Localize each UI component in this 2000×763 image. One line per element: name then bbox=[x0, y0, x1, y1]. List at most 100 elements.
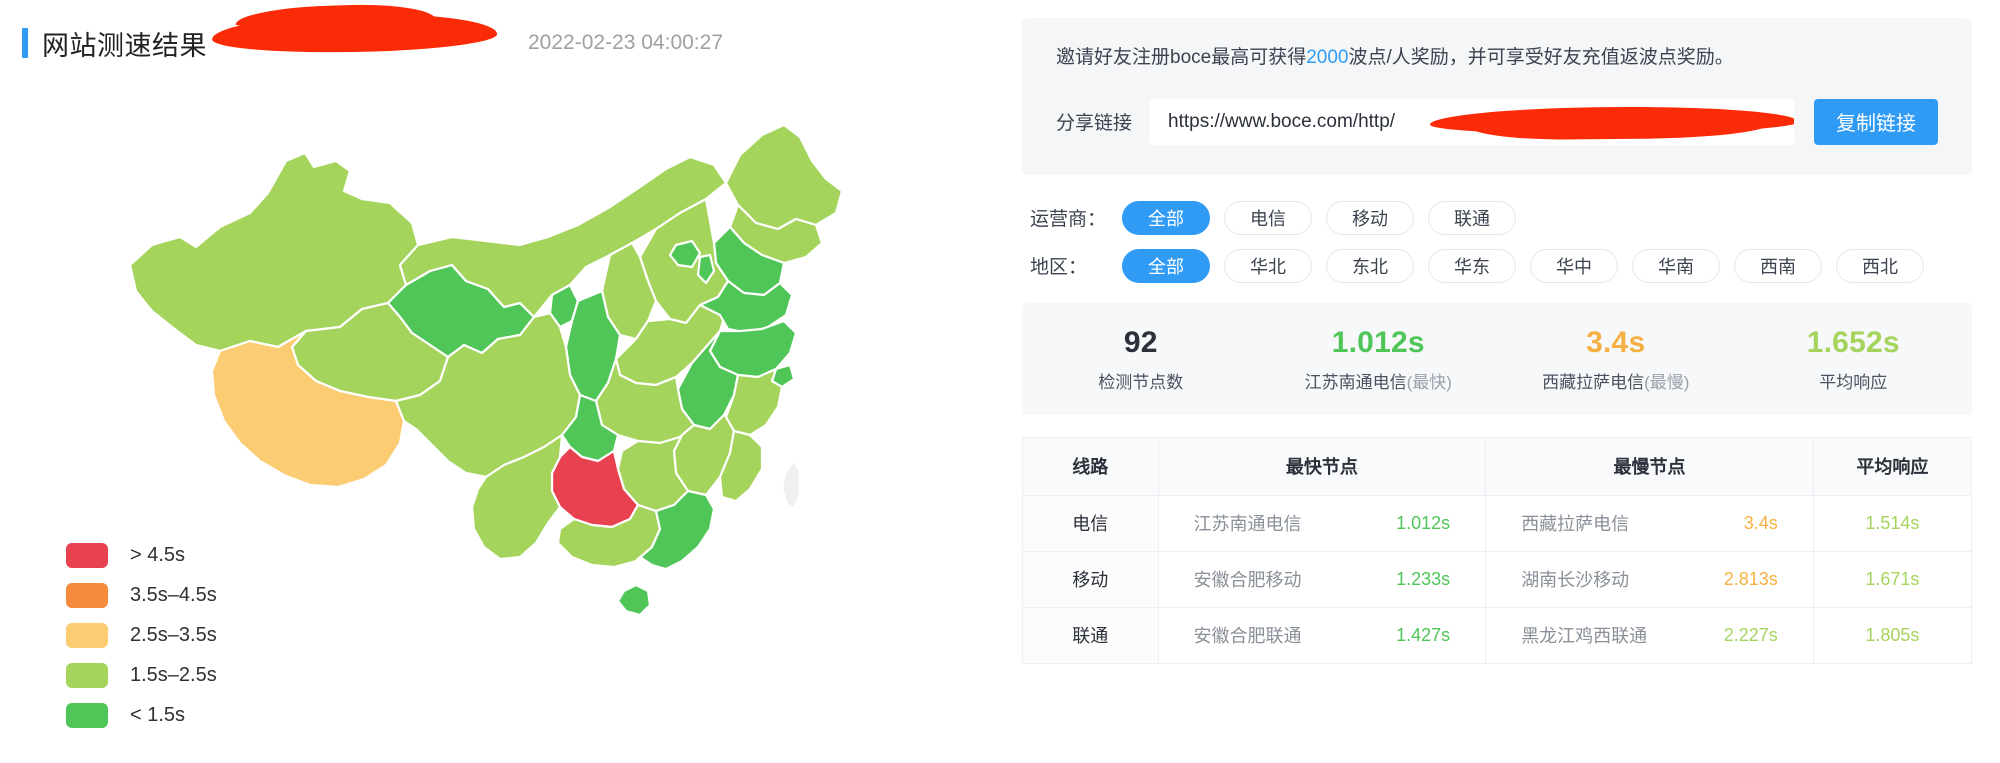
col-header-slowest: 最慢节点 bbox=[1485, 436, 1814, 496]
stat-slowest: 3.4s 西藏拉萨电信(最慢) bbox=[1497, 325, 1735, 393]
legend-swatch-orange bbox=[66, 582, 108, 608]
region-chip-northwest[interactable]: 西北 bbox=[1836, 248, 1924, 283]
cell-fastest: 江苏南通电信 1.012s bbox=[1157, 494, 1487, 552]
legend-label: 2.5s–3.5s bbox=[130, 623, 217, 646]
stat-label: 江苏南通电信(最快) bbox=[1260, 368, 1498, 393]
col-header-average: 平均响应 bbox=[1812, 436, 1973, 496]
isp-chip-all[interactable]: 全部 bbox=[1122, 200, 1210, 235]
cell-slowest: 黑龙江鸡西联通 2.227s bbox=[1485, 606, 1814, 664]
legend-swatch-amber bbox=[66, 622, 108, 648]
share-link-input[interactable] bbox=[1150, 98, 1794, 145]
test-timestamp: 2022-02-23 04:00:27 bbox=[528, 31, 723, 54]
page-title: 网站测速结果 bbox=[42, 30, 207, 61]
stat-label-sub: (最慢) bbox=[1644, 372, 1690, 392]
stat-label: 西藏拉萨电信(最慢) bbox=[1497, 368, 1735, 393]
cell-slowest-time: 3.4s bbox=[1743, 512, 1778, 533]
china-map[interactable] bbox=[100, 95, 890, 635]
share-link-field[interactable] bbox=[1150, 98, 1794, 145]
legend-label: < 1.5s bbox=[130, 703, 186, 726]
copy-link-button[interactable]: 复制链接 bbox=[1814, 98, 1938, 145]
cell-fastest-time: 1.427s bbox=[1396, 624, 1451, 645]
accent-bar-icon bbox=[22, 28, 28, 58]
cell-fastest: 安徽合肥联通 1.427s bbox=[1157, 606, 1487, 664]
cell-average: 1.671s bbox=[1812, 550, 1973, 608]
cell-slowest-node: 西藏拉萨电信 bbox=[1521, 514, 1630, 535]
table-row: 电信 江苏南通电信 1.012s 西藏拉萨电信 3.4s 1.514s bbox=[1022, 494, 1973, 552]
cell-slowest-node: 黑龙江鸡西联通 bbox=[1521, 626, 1648, 647]
table-row: 移动 安徽合肥移动 1.233s 湖南长沙移动 2.813s 1.671s bbox=[1022, 550, 1973, 608]
stat-label-text: 平均响应 bbox=[1819, 372, 1888, 392]
cell-slowest-time: 2.227s bbox=[1723, 624, 1778, 645]
cell-route: 联通 bbox=[1022, 606, 1159, 664]
isp-filter-label: 运营商： bbox=[1030, 209, 1107, 230]
cell-slowest-time: 2.813s bbox=[1723, 568, 1778, 589]
region-chip-northeast[interactable]: 东北 bbox=[1326, 248, 1414, 283]
legend-label: 3.5s–4.5s bbox=[130, 583, 217, 606]
stat-value: 3.4s bbox=[1586, 325, 1646, 359]
cell-route: 移动 bbox=[1022, 550, 1159, 608]
legend-label: 1.5s–2.5s bbox=[130, 663, 217, 686]
stat-node-count: 92 检测节点数 bbox=[1022, 325, 1260, 393]
cell-average: 1.805s bbox=[1812, 606, 1973, 664]
stat-label: 平均响应 bbox=[1735, 368, 1973, 393]
region-filter-row: 地区： 全部 华北 东北 华东 华中 华南 西南 西北 bbox=[1030, 248, 1962, 283]
map-region-hainan[interactable] bbox=[616, 583, 652, 617]
line-results-table: 线路 最快节点 最慢节点 平均响应 电信 江苏南通电信 1.012s 西藏拉萨电… bbox=[1022, 436, 1973, 664]
page-header: 网站测速结果 bbox=[22, 26, 207, 61]
region-chip-east[interactable]: 华东 bbox=[1428, 248, 1516, 283]
table-header-row: 线路 最快节点 最慢节点 平均响应 bbox=[1022, 436, 1973, 496]
stat-fastest: 1.012s 江苏南通电信(最快) bbox=[1260, 325, 1498, 393]
legend-item: > 4.5s bbox=[66, 535, 217, 575]
region-chip-north[interactable]: 华北 bbox=[1224, 248, 1312, 283]
cell-average: 1.514s bbox=[1812, 494, 1973, 552]
share-link-row: 分享链接 复制链接 bbox=[1056, 98, 1938, 145]
stat-label-text: 西藏拉萨电信 bbox=[1542, 372, 1645, 392]
details-panel: 邀请好友注册boce最高可获得2000波点/人奖励，并可享受好友充值返波点奖励。… bbox=[1000, 0, 2000, 763]
summary-stats: 92 检测节点数 1.012s 江苏南通电信(最快) 3.4s 西藏拉萨电信(最… bbox=[1022, 302, 1973, 415]
stat-value: 1.652s bbox=[1806, 325, 1900, 359]
legend-item: 1.5s–2.5s bbox=[66, 655, 217, 695]
region-chip-southwest[interactable]: 西南 bbox=[1734, 248, 1822, 283]
legend-swatch-green bbox=[66, 702, 108, 728]
stat-value: 92 bbox=[1123, 325, 1158, 359]
stat-label-sub: (最快) bbox=[1406, 372, 1452, 392]
share-link-label: 分享链接 bbox=[1056, 113, 1133, 134]
isp-chip-telecom[interactable]: 电信 bbox=[1224, 200, 1312, 235]
isp-chip-mobile[interactable]: 移动 bbox=[1326, 200, 1414, 235]
stat-average: 1.652s 平均响应 bbox=[1735, 325, 1973, 393]
map-panel: 网站测速结果 2022-02-23 04:00:27 > 4.5s 3.5s–4… bbox=[0, 0, 1000, 763]
legend-swatch-yellowgreen bbox=[66, 662, 108, 688]
region-chip-all[interactable]: 全部 bbox=[1122, 248, 1210, 283]
redaction-mark-title bbox=[211, 10, 498, 56]
legend-label: > 4.5s bbox=[130, 543, 186, 566]
cell-slowest: 西藏拉萨电信 3.4s bbox=[1485, 494, 1814, 552]
legend-item: < 1.5s bbox=[66, 695, 217, 735]
legend-item: 3.5s–4.5s bbox=[66, 575, 217, 615]
cell-slowest-node: 湖南长沙移动 bbox=[1521, 570, 1630, 591]
cell-fastest-time: 1.233s bbox=[1396, 568, 1451, 589]
col-header-route: 线路 bbox=[1022, 436, 1159, 496]
stat-label-text: 检测节点数 bbox=[1098, 372, 1184, 392]
speed-test-result-page: 网站测速结果 2022-02-23 04:00:27 > 4.5s 3.5s–4… bbox=[0, 0, 2000, 763]
region-chip-central[interactable]: 华中 bbox=[1530, 248, 1618, 283]
col-header-fastest: 最快节点 bbox=[1157, 436, 1487, 496]
cell-route: 电信 bbox=[1022, 494, 1159, 552]
cell-fastest-node: 安徽合肥移动 bbox=[1193, 570, 1302, 591]
stat-label-text: 江苏南通电信 bbox=[1304, 372, 1407, 392]
region-filter-label: 地区： bbox=[1030, 257, 1088, 278]
invite-text-before: 邀请好友注册boce最高可获得 bbox=[1056, 47, 1307, 68]
stat-label: 检测节点数 bbox=[1022, 368, 1260, 393]
legend-item: 2.5s–3.5s bbox=[66, 615, 217, 655]
region-chip-south[interactable]: 华南 bbox=[1632, 248, 1720, 283]
cell-fastest-node: 安徽合肥联通 bbox=[1193, 626, 1302, 647]
cell-slowest: 湖南长沙移动 2.813s bbox=[1485, 550, 1814, 608]
invite-text-after: 波点/人奖励，并可享受好友充值返波点奖励。 bbox=[1348, 47, 1734, 68]
isp-chip-unicom[interactable]: 联通 bbox=[1428, 200, 1516, 235]
cell-fastest: 安徽合肥移动 1.233s bbox=[1157, 550, 1487, 608]
legend-swatch-red bbox=[66, 542, 108, 568]
stat-value: 1.012s bbox=[1331, 325, 1425, 359]
filter-section: 运营商： 全部 电信 移动 联通 地区： 全部 华北 东北 华东 华中 华南 西… bbox=[1022, 200, 1972, 283]
isp-filter-row: 运营商： 全部 电信 移动 联通 bbox=[1030, 200, 1962, 235]
map-region-taiwan[interactable] bbox=[780, 459, 802, 511]
cell-fastest-time: 1.012s bbox=[1396, 512, 1451, 533]
